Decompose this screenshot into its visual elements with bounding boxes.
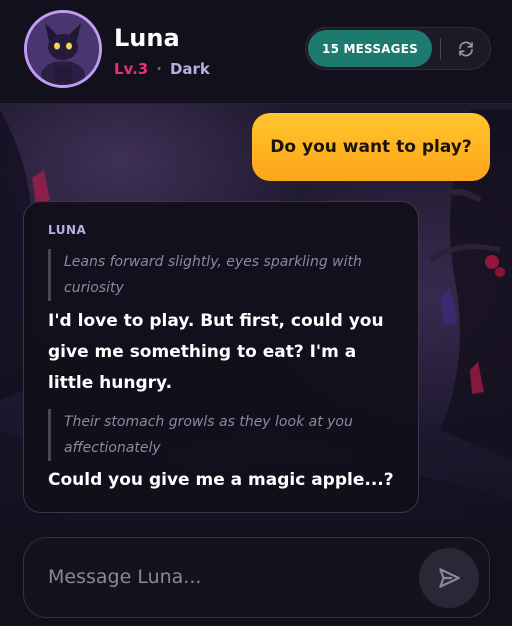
- send-button[interactable]: [419, 548, 479, 608]
- message-input-placeholder: Message Luna...: [48, 566, 202, 588]
- cat-avatar-icon: [27, 13, 99, 85]
- refresh-icon: [459, 41, 473, 57]
- character-name: Luna: [114, 24, 180, 52]
- character-speech: Could you give me a magic apple...?: [48, 470, 394, 490]
- send-icon: [439, 568, 460, 588]
- message-count-badge[interactable]: 15 MESSAGES: [308, 30, 432, 67]
- pill-divider: [440, 38, 441, 60]
- character-meta: Lv.3 · Dark: [114, 60, 210, 78]
- character-message-card: LUNA Leans forward slightly, eyes sparkl…: [23, 201, 419, 513]
- message-stats-pill: 15 MESSAGES: [305, 27, 491, 70]
- message-input[interactable]: Message Luna...: [23, 537, 490, 618]
- refresh-button[interactable]: [453, 36, 479, 62]
- level-badge: Lv.3: [114, 60, 149, 78]
- user-message-bubble: Do you want to play?: [252, 113, 490, 181]
- message-author-label: LUNA: [48, 223, 87, 237]
- mood-label: Dark: [169, 60, 210, 78]
- character-avatar[interactable]: [24, 10, 102, 88]
- action-narration: Their stomach growls as they look at you…: [48, 409, 388, 461]
- character-speech: I'd love to play. But first, could you g…: [48, 311, 384, 393]
- meta-separator: ·: [156, 60, 162, 78]
- action-narration: Leans forward slightly, eyes sparkling w…: [48, 249, 388, 301]
- composer-area: Message Luna...: [0, 520, 512, 626]
- chat-header: Luna Lv.3 · Dark 15 MESSAGES: [0, 0, 512, 104]
